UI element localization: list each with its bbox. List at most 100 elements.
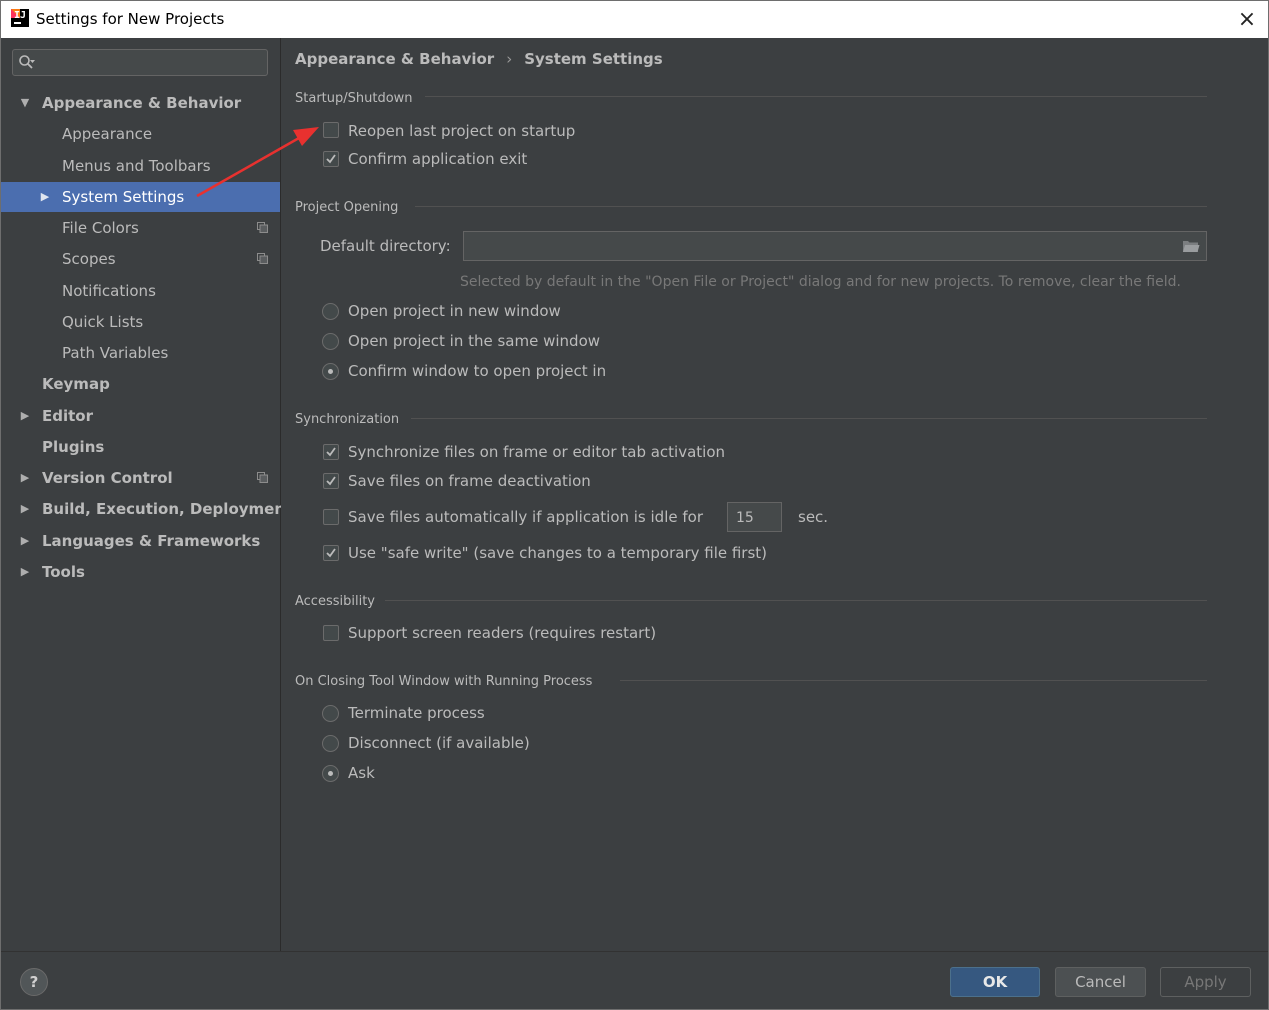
disconnect-label[interactable]: Disconnect (if available) [348,734,530,752]
default-directory-label: Default directory: [320,237,451,255]
tree-item-label: Build, Execution, Deployment [42,500,293,518]
tree-item-keymap[interactable]: Keymap [1,369,280,399]
confirm-window-label[interactable]: Confirm window to open project in [348,362,606,380]
breadcrumb-separator: › [506,50,513,68]
default-directory-input[interactable] [470,236,1164,258]
tree-item-appearance[interactable]: Appearance [1,119,280,149]
tree-item-scopes[interactable]: Scopes [1,244,280,274]
chevron-right-icon[interactable]: ▶ [18,401,32,431]
project-level-icon [257,222,268,233]
chevron-right-icon[interactable]: ▶ [18,557,32,587]
confirm-exit-checkbox[interactable] [323,151,339,167]
ask-label[interactable]: Ask [348,764,375,782]
tree-item-plugins[interactable]: Plugins [1,432,280,462]
terminate-process-radio[interactable] [322,705,339,722]
help-button[interactable]: ? [20,968,48,996]
sync-files-checkbox[interactable] [323,444,339,460]
section-divider [411,418,1207,419]
disconnect-radio[interactable] [322,735,339,752]
tree-item-label: Menus and Toolbars [62,157,211,175]
chevron-right-icon[interactable]: ▶ [18,494,32,524]
save-idle-checkbox[interactable] [323,509,339,525]
close-icon[interactable]: × [1233,6,1261,34]
settings-content: Appearance & Behavior › System Settings St… [281,38,1268,951]
save-deactivation-label[interactable]: Save files on frame deactivation [348,472,591,490]
search-input[interactable] [51,53,265,74]
tree-item-notifications[interactable]: Notifications [1,276,280,306]
chevron-right-icon[interactable]: ▶ [18,526,32,556]
screen-readers-label[interactable]: Support screen readers (requires restart… [348,624,656,642]
open-new-window-label[interactable]: Open project in new window [348,302,561,320]
chevron-right-icon[interactable]: ▶ [18,463,32,493]
tree-item-label: Appearance & Behavior [42,94,242,112]
section-header-closing-tool-window: On Closing Tool Window with Running Proc… [295,674,593,689]
tree-item-system-settings[interactable]: ▶ System Settings [1,182,280,212]
safe-write-checkbox[interactable] [323,545,339,561]
title-bar: IJ Settings for New Projects × [1,1,1268,38]
checkmark-icon [326,548,336,558]
section-divider [415,206,1207,207]
folder-icon[interactable] [1182,239,1200,253]
project-level-icon [257,472,268,483]
tree-item-file-colors[interactable]: File Colors [1,213,280,243]
tree-item-label: Scopes [62,250,116,268]
tree-item-path-variables[interactable]: Path Variables [1,338,280,368]
default-directory-hint: Selected by default in the "Open File or… [460,274,1181,290]
window-title: Settings for New Projects [36,10,225,28]
section-header-synchronization: Synchronization [295,412,400,427]
section-header-accessibility: Accessibility [295,594,375,609]
open-new-window-radio[interactable] [322,303,339,320]
tree-item-quick-lists[interactable]: Quick Lists [1,307,280,337]
breadcrumb: Appearance & Behavior › System Settings [295,50,663,68]
open-same-window-label[interactable]: Open project in the same window [348,332,600,350]
save-deactivation-checkbox[interactable] [323,473,339,489]
intellij-app-icon: IJ [11,9,29,27]
section-divider [385,600,1207,601]
breadcrumb-parent[interactable]: Appearance & Behavior [295,50,494,68]
open-same-window-radio[interactable] [322,333,339,350]
cancel-button[interactable]: Cancel [1055,967,1146,997]
chevron-down-icon[interactable]: ▼ [18,88,32,118]
reopen-last-project-checkbox[interactable] [323,122,339,138]
screen-readers-checkbox[interactable] [323,625,339,641]
tree-item-menus-toolbars[interactable]: Menus and Toolbars [1,151,280,181]
confirm-window-radio[interactable] [322,363,339,380]
tree-item-label: Quick Lists [62,313,144,331]
sync-files-label[interactable]: Synchronize files on frame or editor tab… [348,443,725,461]
checkmark-icon [326,476,336,486]
safe-write-label[interactable]: Use "safe write" (save changes to a temp… [348,544,767,562]
section-header-project-opening: Project Opening [295,200,399,215]
checkmark-icon [326,447,336,457]
tree-item-version-control[interactable]: ▶ Version Control [1,463,280,493]
section-divider [425,96,1207,97]
dialog-footer: ? OK Cancel Apply [1,951,1268,1009]
radio-selected-dot [328,369,333,374]
default-directory-field[interactable] [463,231,1207,261]
tree-item-label: Languages & Frameworks [42,532,261,550]
tree-item-tools[interactable]: ▶ Tools [1,557,280,587]
tree-item-editor[interactable]: ▶ Editor [1,401,280,431]
reopen-last-project-label[interactable]: Reopen last project on startup [348,122,575,140]
tree-item-build-execution-deployment[interactable]: ▶ Build, Execution, Deployment [1,494,292,524]
tree-item-label: Notifications [62,282,156,300]
ok-button[interactable]: OK [950,967,1040,997]
terminate-process-label[interactable]: Terminate process [348,704,485,722]
tree-item-languages-frameworks[interactable]: ▶ Languages & Frameworks [1,526,280,556]
tree-item-label: Editor [42,407,93,425]
settings-sidebar: ▼ Appearance & Behavior Appearance Menus… [1,38,292,951]
idle-seconds-input[interactable] [734,508,778,528]
idle-seconds-field[interactable] [727,502,782,532]
tree-item-label: Plugins [42,438,105,456]
checkmark-icon [326,154,336,164]
apply-button[interactable]: Apply [1160,967,1251,997]
search-box[interactable] [12,49,268,76]
search-icon[interactable] [18,54,36,72]
tree-item-label: File Colors [62,219,139,237]
tree-item-label: Path Variables [62,344,169,362]
confirm-exit-label[interactable]: Confirm application exit [348,150,527,168]
chevron-right-icon[interactable]: ▶ [38,182,52,212]
save-idle-label[interactable]: Save files automatically if application … [348,508,703,526]
tree-item-appearance-behavior[interactable]: ▼ Appearance & Behavior [1,88,280,118]
ask-radio[interactable] [322,765,339,782]
tree-item-label: Keymap [42,375,110,393]
